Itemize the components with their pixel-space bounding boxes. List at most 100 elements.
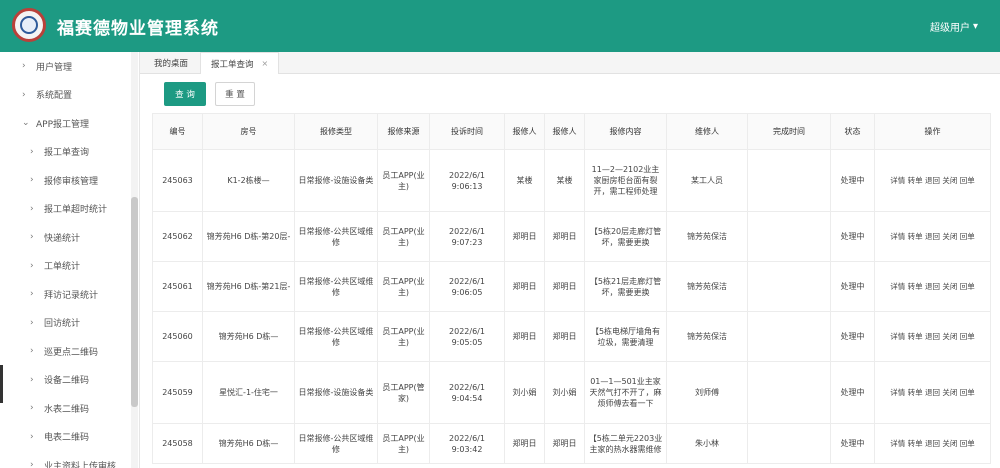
chevron-down-icon: ▾ [972,21,978,32]
cell-source: 员工APP(业主) [377,149,430,212]
cell-actions[interactable]: 详情 转单 退回 关闭 回单 [874,149,991,212]
chevron-right-icon: › [30,232,34,242]
cell-p1: 郑明日 [504,423,545,464]
sidebar-item[interactable]: › 报修审核管理 [0,166,139,195]
chevron-right-icon: › [30,175,34,185]
user-menu[interactable]: 超级用户 ▾ [930,19,978,34]
user-name: 超级用户 [929,23,970,34]
cell-type: 日常报修-设施设备类 [294,149,378,212]
cell-type: 日常报修-公共区域维修 [294,261,378,312]
cell-source: 员工APP(业主) [377,261,430,312]
cell-p2: 郑明日 [544,311,585,362]
tab-desktop[interactable]: 我的桌面 [144,52,198,74]
column-header: 报修人 [504,113,545,150]
cell-p2: 郑明日 [544,261,585,312]
table-row[interactable]: 245058 锦芳苑H6 D栋— 日常报修-公共区域维修 员工APP(业主) 2022/… [152,423,991,464]
cell-type: 日常报修-公共区域维修 [294,211,378,262]
tab-label: 报工单查询 [211,59,254,70]
cell-id: 245059 [152,361,203,424]
sidebar-item-label: 报工单查询 [44,148,90,159]
cell-actions[interactable]: 详情 转单 退回 关闭 回单 [874,261,991,312]
column-header: 报修类型 [294,113,378,150]
table-row[interactable]: 245060 锦芳苑H6 D栋— 日常报修-公共区域维修 员工APP(业主) 2022/… [152,311,991,362]
sidebar: › 用户管理 › 系统配置 ⌄ APP报工管理 › 报工单查询 › 报修审核管理 › 报工单超时统计 ›… [0,52,140,468]
cell-source: 员工APP(业主) [377,423,430,464]
column-header: 房号 [202,113,295,150]
sidebar-item[interactable]: › 报工单超时统计 [0,195,139,224]
sidebar-item[interactable]: ⌄ APP报工管理 [0,109,139,138]
sidebar-item[interactable]: › 报工单查询 [0,138,139,167]
chevron-right-icon: › [30,346,34,356]
cell-id: 245060 [152,311,203,362]
close-icon[interactable]: × [262,59,269,68]
cell-content: 【5栋21层走廊灯管坏，需要更换 [584,261,667,312]
sidebar-item-label: 快递统计 [44,233,81,244]
cell-time: 2022/6/1 9:04:54 [429,361,505,424]
sidebar-item[interactable]: › 业主资料上传审核 [0,451,139,468]
sidebar-scrollbar-thumb[interactable] [131,197,138,407]
sidebar-active-marker [0,365,3,403]
cell-actions[interactable]: 详情 转单 退回 关闭 回单 [874,423,991,464]
cell-done [747,311,831,362]
sidebar-item[interactable]: › 用户管理 [0,52,139,81]
table-row[interactable]: 245059 星悦汇-1-住宅一 日常报修-设施设备类 员工APP(管家) 2022/6… [152,361,991,424]
chevron-right-icon: › [30,260,34,271]
cell-room: 锦芳苑H6 D栋— [202,423,295,464]
chevron-right-icon: › [30,317,34,328]
app-title: 福赛德物业管理系统 [57,19,219,39]
sidebar-item-label: 水表二维码 [44,404,90,415]
cell-actions[interactable]: 详情 转单 退回 关闭 回单 [874,361,991,424]
tab-work-order-query[interactable]: 报工单查询 × [200,52,280,74]
cell-actions[interactable]: 详情 转单 退回 关闭 回单 [874,211,991,262]
cell-p1: 刘小娟 [504,361,545,424]
sidebar-item[interactable]: › 设备二维码 [0,366,139,395]
table-row[interactable]: 245062 锦芳苑H6 D栋-第20层- 日常报修-公共区域维修 员工APP(业主)… [152,211,991,262]
sidebar-item-label: 电表二维码 [44,433,90,444]
tab-bar: 我的桌面 报工单查询 × [140,52,1000,74]
sidebar-item[interactable]: › 系统配置 [0,81,139,110]
table-row[interactable]: 245061 锦芳苑H6 D栋-第21层- 日常报修-公共区域维修 员工APP(业主)… [152,261,991,312]
cell-worker: 锦芳苑保洁 [666,311,748,362]
sidebar-item[interactable]: › 水表二维码 [0,394,139,423]
cell-p2: 某楼 [544,149,585,212]
query-button[interactable]: 查 询 [164,82,206,106]
cell-worker: 朱小林 [666,423,748,464]
cell-content: 【5栋20层走廊灯管坏，需要更换 [584,211,667,262]
sidebar-item[interactable]: › 快递统计 [0,223,139,252]
cell-p2: 郑明日 [544,211,585,262]
cell-time: 2022/6/1 9:07:23 [429,211,505,262]
table-row[interactable]: 245063 K1-2栋楼— 日常报修-设施设备类 员工APP(业主) 2022/6/1… [152,149,991,212]
cell-actions[interactable]: 详情 转单 退回 关闭 回单 [874,311,991,362]
cell-done [747,261,831,312]
column-header: 投诉时间 [429,113,505,150]
sidebar-item[interactable]: › 巡更点二维码 [0,337,139,366]
sidebar-item[interactable]: › 电表二维码 [0,423,139,452]
sidebar-item-label: 系统配置 [36,91,73,102]
column-header: 报修人 [544,113,585,150]
cell-worker: 锦芳苑保洁 [666,211,748,262]
column-header: 操作 [874,113,991,150]
top-header: 福赛德物业管理系统 超级用户 ▾ [0,0,1000,52]
cell-id: 245063 [152,149,203,212]
sidebar-item[interactable]: › 回访统计 [0,309,139,338]
sidebar-item[interactable]: › 拜访记录统计 [0,280,139,309]
column-header: 状态 [830,113,875,150]
cell-source: 员工APP(业主) [377,311,430,362]
reset-button[interactable]: 重 置 [215,82,255,106]
cell-done [747,423,831,464]
chevron-right-icon: › [30,146,34,157]
cell-room: K1-2栋楼— [202,149,295,212]
cell-p1: 郑明日 [504,261,545,312]
cell-content: 01—1—501业主家天然气打不开了，麻烦师傅去看一下 [584,361,667,424]
sidebar-item[interactable]: › 工单统计 [0,252,139,281]
cell-time: 2022/6/1 9:05:05 [429,311,505,362]
chevron-right-icon: › [30,289,34,299]
cell-time: 2022/6/1 9:03:42 [429,423,505,464]
chevron-right-icon: › [30,403,34,413]
cell-p1: 郑明日 [504,211,545,262]
chevron-right-icon: › [30,431,34,442]
cell-room: 锦芳苑H6 D栋— [202,311,295,362]
cell-worker: 某工人员 [666,149,748,212]
cell-id: 245062 [152,211,203,262]
tab-label: 我的桌面 [154,59,189,69]
